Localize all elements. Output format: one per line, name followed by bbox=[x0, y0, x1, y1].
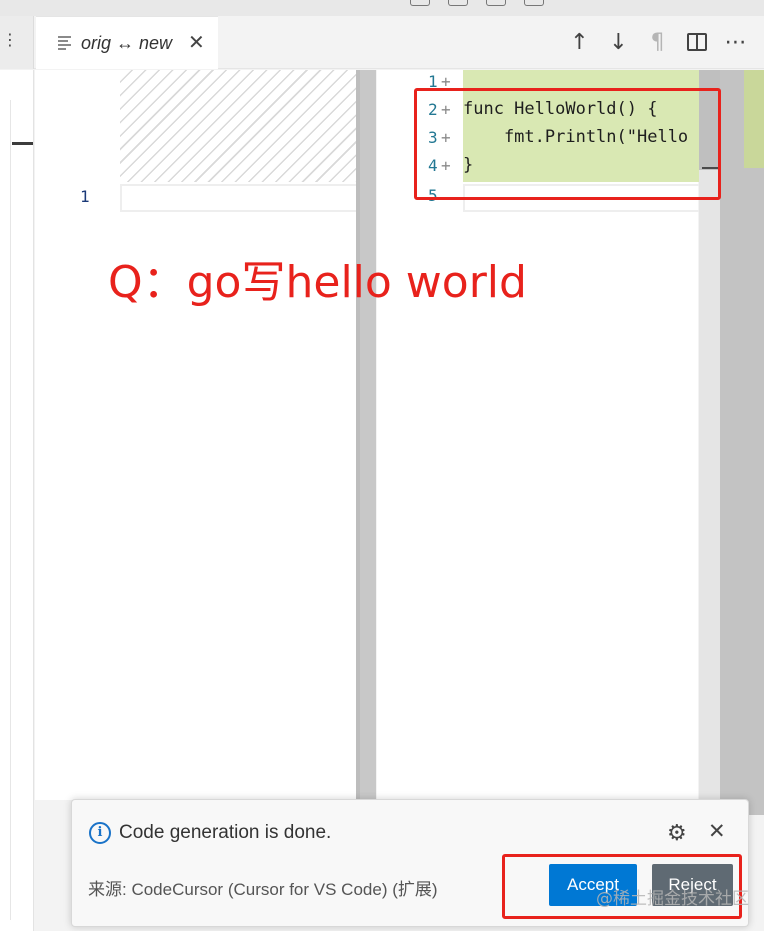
diff-splitter-edge bbox=[356, 70, 360, 800]
more-actions-icon[interactable]: ⋯ bbox=[716, 28, 755, 56]
minimap-content bbox=[10, 100, 11, 920]
window-top-strip bbox=[0, 0, 764, 16]
tab-orig-new[interactable]: orig ↔ new ✕ bbox=[36, 16, 218, 69]
info-icon: i bbox=[89, 822, 111, 844]
next-change-icon[interactable]: ↓ bbox=[599, 28, 638, 56]
original-line-number: 1 bbox=[80, 187, 90, 206]
layout-icon[interactable] bbox=[448, 0, 468, 6]
document-icon bbox=[58, 36, 71, 50]
show-whitespace-icon[interactable]: ¶ bbox=[638, 28, 677, 56]
overview-ruler bbox=[720, 70, 764, 815]
original-current-line bbox=[120, 184, 375, 212]
watermark: @稀土掘金技术社区 bbox=[596, 889, 749, 909]
more-actions-icon[interactable]: ⋮ bbox=[2, 30, 18, 49]
layout-icon[interactable] bbox=[524, 0, 544, 6]
notification-source: 来源: CodeCursor (Cursor for VS Code) (扩展) bbox=[88, 880, 438, 899]
layout-controls bbox=[410, 0, 544, 6]
diff-toolbar: ↑ ↓ ¶ ⋯ bbox=[560, 28, 755, 56]
question-annotation: Q：go写hello world bbox=[108, 257, 527, 308]
left-editor-tab-edge: ⋮ bbox=[0, 16, 34, 69]
close-icon[interactable]: ✕ bbox=[708, 819, 726, 843]
inserted-change-marker bbox=[744, 70, 764, 168]
minimap-slider[interactable] bbox=[12, 142, 33, 145]
code-highlight-annotation-box bbox=[414, 88, 721, 200]
left-editor-minimap bbox=[0, 70, 34, 931]
previous-change-icon[interactable]: ↑ bbox=[560, 28, 599, 56]
layout-icon[interactable] bbox=[410, 0, 430, 6]
layout-icon[interactable] bbox=[486, 0, 506, 6]
split-editor-icon bbox=[686, 33, 707, 51]
gear-icon[interactable]: ⚙ bbox=[667, 821, 687, 846]
tab-title: orig ↔ new bbox=[81, 33, 173, 53]
close-tab-icon[interactable]: ✕ bbox=[188, 30, 205, 54]
notification-message: Code generation is done. bbox=[119, 822, 332, 843]
deleted-placeholder-area bbox=[120, 70, 375, 182]
split-editor-button[interactable] bbox=[677, 28, 716, 56]
